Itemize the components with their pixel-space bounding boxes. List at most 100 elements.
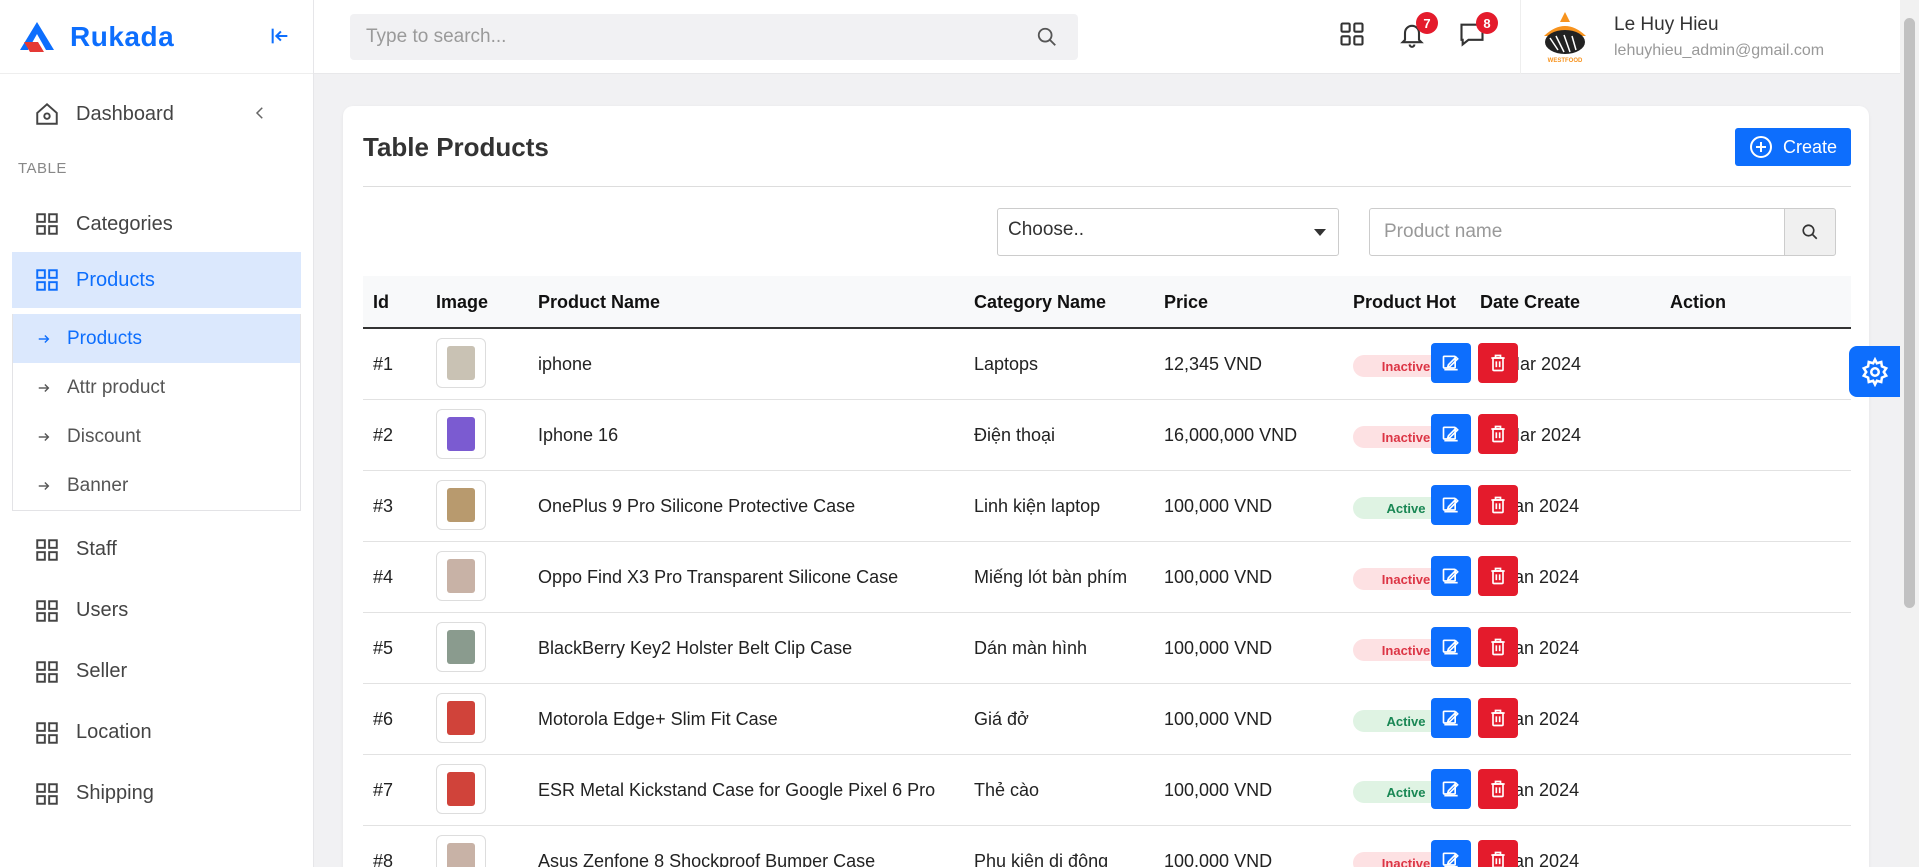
edit-button[interactable]	[1431, 485, 1471, 525]
cell-product-name: Iphone 16	[538, 425, 619, 445]
submenu-item-products[interactable]: Products	[13, 314, 300, 363]
product-image-fill	[447, 417, 475, 451]
edit-icon	[1442, 568, 1459, 584]
cell-price: 100,000 VND	[1164, 567, 1273, 587]
cell-product-name: Oppo Find X3 Pro Transparent Silicone Ca…	[538, 567, 899, 587]
edit-icon	[1442, 426, 1459, 442]
gear-icon	[1861, 356, 1888, 387]
submenu-item-attr-product[interactable]: Attr product	[13, 363, 300, 412]
create-button[interactable]: Create	[1735, 128, 1851, 166]
messages-chat-icon[interactable]: 8	[1458, 12, 1498, 48]
home-icon	[36, 102, 58, 125]
delete-button[interactable]	[1478, 840, 1518, 867]
delete-button[interactable]	[1478, 414, 1518, 454]
delete-button[interactable]	[1478, 698, 1518, 738]
product-search-button[interactable]	[1784, 208, 1836, 256]
search-icon[interactable]	[1036, 26, 1058, 48]
product-image-fill	[447, 488, 475, 522]
delete-button[interactable]	[1478, 627, 1518, 667]
edit-button[interactable]	[1431, 343, 1471, 383]
cell-id: #1	[373, 354, 394, 374]
edit-icon	[1442, 852, 1459, 867]
column-header: Product Hot	[1353, 292, 1456, 312]
sidebar-item-staff[interactable]: Staff	[12, 519, 301, 580]
chevron-left-icon	[255, 107, 263, 119]
edit-button[interactable]	[1431, 556, 1471, 596]
cell-category: Linh kiện laptop	[974, 496, 1101, 516]
trash-icon	[1491, 354, 1505, 372]
cell-id: #2	[373, 425, 394, 445]
products-card: Table Products Create Choose.. Id Image …	[343, 106, 1869, 867]
divider	[363, 186, 1851, 187]
cell-category: Phụ kiện di động	[974, 851, 1109, 867]
cell-category: Thẻ cào	[974, 780, 1040, 800]
edit-button[interactable]	[1431, 627, 1471, 667]
sidebar-item-location[interactable]: Location	[12, 702, 301, 763]
column-header: Date Create	[1480, 292, 1581, 312]
global-search-input[interactable]	[350, 15, 1010, 59]
notifications-bell-icon[interactable]: 7	[1398, 12, 1438, 48]
submenu-item-banner[interactable]: Banner	[13, 461, 300, 510]
category-select[interactable]: Choose..	[997, 208, 1339, 256]
section-label: TABLE	[18, 160, 67, 177]
sidebar-menu: Dashboard TABLE Categories Products Prod…	[0, 74, 313, 824]
sidebar-item-dashboard[interactable]: Dashboard	[12, 86, 301, 142]
product-image-fill	[447, 843, 475, 867]
product-name-input[interactable]	[1369, 208, 1785, 256]
sidebar: Rukada Dashboard TABLE Categories Produc…	[0, 0, 314, 867]
sidebar-item-label: Seller	[76, 660, 128, 682]
delete-button[interactable]	[1478, 485, 1518, 525]
sidebar-item-seller[interactable]: Seller	[12, 641, 301, 702]
product-image-fill	[447, 701, 475, 735]
cell-product-name: Motorola Edge+ Slim Fit Case	[538, 709, 778, 729]
edit-button[interactable]	[1431, 698, 1471, 738]
plus-circle-icon	[1750, 136, 1772, 158]
sidebar-item-shipping[interactable]: Shipping	[12, 763, 301, 824]
delete-button[interactable]	[1478, 556, 1518, 596]
avatar[interactable]: WESTFOOD	[1538, 10, 1592, 64]
trash-icon	[1491, 780, 1505, 798]
arrow-right-icon	[38, 432, 50, 441]
edit-button[interactable]	[1431, 414, 1471, 454]
cell-category: Miếng lót bàn phím	[974, 567, 1128, 587]
cell-id: #3	[373, 496, 394, 516]
cell-price: 100,000 VND	[1164, 851, 1273, 867]
product-image	[436, 835, 486, 867]
submenu-item-discount[interactable]: Discount	[13, 412, 300, 461]
column-header: Image	[436, 292, 489, 312]
table-row: #7 ESR Metal Kickstand Case for Google Pi…	[363, 755, 1851, 826]
submenu-item-label: Products	[67, 327, 142, 349]
delete-button[interactable]	[1478, 343, 1518, 383]
user-name[interactable]: Le Huy Hieu	[1614, 14, 1719, 36]
delete-button[interactable]	[1478, 769, 1518, 809]
sidebar-item-products[interactable]: Products	[12, 252, 301, 308]
sidebar-item-users[interactable]: Users	[12, 580, 301, 641]
cell-id: #5	[373, 638, 394, 658]
product-image	[436, 551, 486, 601]
cell-category: Điện thoại	[974, 425, 1056, 445]
page-scrollbar[interactable]	[1900, 0, 1919, 867]
sidebar-item-label: Dashboard	[76, 102, 174, 125]
cell-product-name: Asus Zenfone 8 Shockproof Bumper Case	[538, 851, 876, 867]
edit-icon	[1442, 639, 1459, 655]
edit-button[interactable]	[1431, 769, 1471, 809]
scrollbar-thumb[interactable]	[1904, 18, 1915, 608]
cell-category: Giá đở	[974, 709, 1029, 729]
sidebar-item-categories[interactable]: Categories	[12, 196, 301, 252]
product-image	[436, 622, 486, 672]
settings-gear-button[interactable]	[1849, 346, 1900, 397]
product-image-fill	[447, 346, 475, 380]
grid-icon	[36, 538, 58, 561]
collapse-sidebar-icon[interactable]	[266, 22, 294, 50]
sidebar-item-label: Products	[76, 268, 155, 291]
trash-icon	[1491, 567, 1505, 585]
edit-button[interactable]	[1431, 840, 1471, 867]
trash-icon	[1491, 425, 1505, 443]
cell-product-name: OnePlus 9 Pro Silicone Protective Case	[538, 496, 856, 516]
cell-price: 100,000 VND	[1164, 709, 1273, 729]
product-image	[436, 338, 486, 388]
product-image	[436, 693, 486, 743]
messages-badge: 8	[1476, 12, 1498, 34]
apps-grid-icon[interactable]	[1338, 20, 1366, 48]
sidebar-item-label: Users	[76, 599, 129, 621]
